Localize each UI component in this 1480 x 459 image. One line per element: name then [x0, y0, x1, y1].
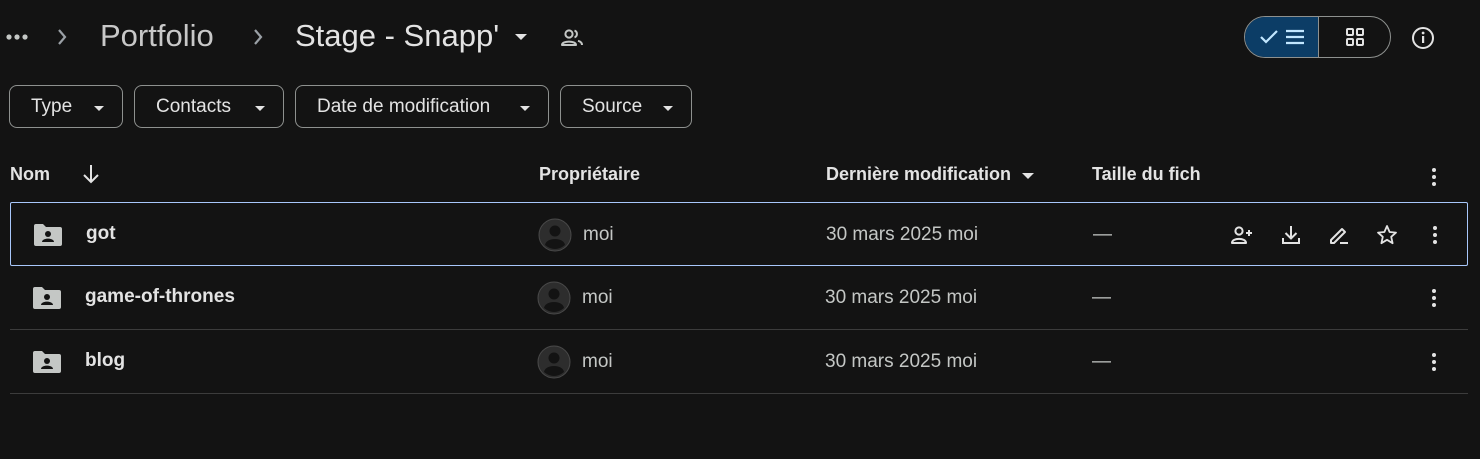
view-toggle [1244, 16, 1391, 58]
caret-down-icon [94, 106, 104, 111]
more-vert-icon[interactable] [1422, 350, 1446, 374]
file-name[interactable]: game-of-thrones [85, 286, 235, 308]
column-header-modified[interactable]: Dernière modification [826, 164, 1011, 185]
rename-icon[interactable] [1327, 223, 1351, 247]
more-horiz-icon[interactable] [4, 24, 30, 50]
modified-info: 30 mars 2025 moi [825, 351, 977, 373]
file-size: — [1093, 224, 1112, 245]
modified-date: 30 mars 2025 [826, 224, 943, 245]
modified-by: moi [946, 287, 978, 308]
chevron-right-icon [252, 27, 264, 47]
share-icon[interactable] [1230, 223, 1254, 247]
table-row[interactable]: game-of-thrones moi 30 mars 2025 moi — [10, 266, 1468, 330]
modified-date: 30 mars 2025 [825, 351, 942, 372]
shared-folder-icon [32, 350, 62, 374]
people-icon[interactable] [559, 25, 585, 51]
filter-modified-date-label: Date de modification [317, 95, 491, 117]
more-vert-icon[interactable] [1423, 223, 1447, 247]
caret-down-icon [520, 106, 530, 111]
check-icon [1259, 30, 1278, 44]
file-name[interactable]: got [86, 223, 116, 245]
caret-down-icon[interactable] [512, 31, 530, 43]
filter-source-label: Source [582, 95, 643, 117]
modified-by: moi [946, 351, 978, 372]
column-header-size[interactable]: Taille du fich [1092, 164, 1201, 185]
avatar [538, 218, 572, 252]
filter-source[interactable]: Source [560, 85, 692, 128]
download-icon[interactable] [1279, 223, 1303, 247]
owner-name: moi [583, 224, 614, 245]
row-divider [10, 393, 1468, 394]
chevron-right-icon [56, 27, 68, 47]
file-size: — [1092, 287, 1111, 308]
more-vert-icon[interactable] [1422, 286, 1446, 310]
file-size: — [1092, 351, 1111, 372]
grid-view-button[interactable] [1319, 17, 1390, 57]
avatar [537, 281, 571, 315]
breadcrumb-item-portfolio[interactable]: Portfolio [100, 18, 214, 54]
list-view-button[interactable] [1245, 17, 1319, 57]
modified-info: 30 mars 2025 moi [826, 224, 978, 246]
shared-folder-icon [32, 286, 62, 310]
table-row[interactable]: blog moi 30 mars 2025 moi — [10, 330, 1468, 394]
info-icon[interactable] [1409, 24, 1437, 52]
shared-folder-icon [33, 223, 63, 247]
column-header-name[interactable]: Nom [10, 164, 50, 185]
filter-modified-date[interactable]: Date de modification [295, 85, 549, 128]
table-row[interactable]: got moi 30 mars 2025 moi — [10, 202, 1468, 266]
modified-info: 30 mars 2025 moi [825, 287, 977, 309]
column-header-owner[interactable]: Propriétaire [539, 164, 640, 185]
more-vert-icon[interactable] [1422, 165, 1446, 189]
filter-type[interactable]: Type [9, 85, 123, 128]
avatar [537, 345, 571, 379]
caret-down-icon [255, 106, 265, 111]
filter-contacts[interactable]: Contacts [134, 85, 284, 128]
arrow-down-icon[interactable] [81, 163, 101, 185]
owner-name: moi [582, 351, 613, 372]
star-icon[interactable] [1375, 223, 1399, 247]
grid-view-icon [1345, 28, 1364, 46]
breadcrumb: Portfolio Stage - Snapp' [0, 0, 1480, 76]
file-name[interactable]: blog [85, 350, 125, 372]
caret-down-icon [663, 106, 673, 111]
list-icon [1285, 29, 1304, 45]
modified-date: 30 mars 2025 [825, 287, 942, 308]
caret-down-icon[interactable] [1021, 172, 1035, 180]
filter-type-label: Type [31, 95, 73, 117]
filter-contacts-label: Contacts [156, 95, 231, 117]
breadcrumb-current-folder[interactable]: Stage - Snapp' [295, 18, 499, 54]
owner-name: moi [582, 287, 613, 308]
modified-by: moi [947, 224, 979, 245]
